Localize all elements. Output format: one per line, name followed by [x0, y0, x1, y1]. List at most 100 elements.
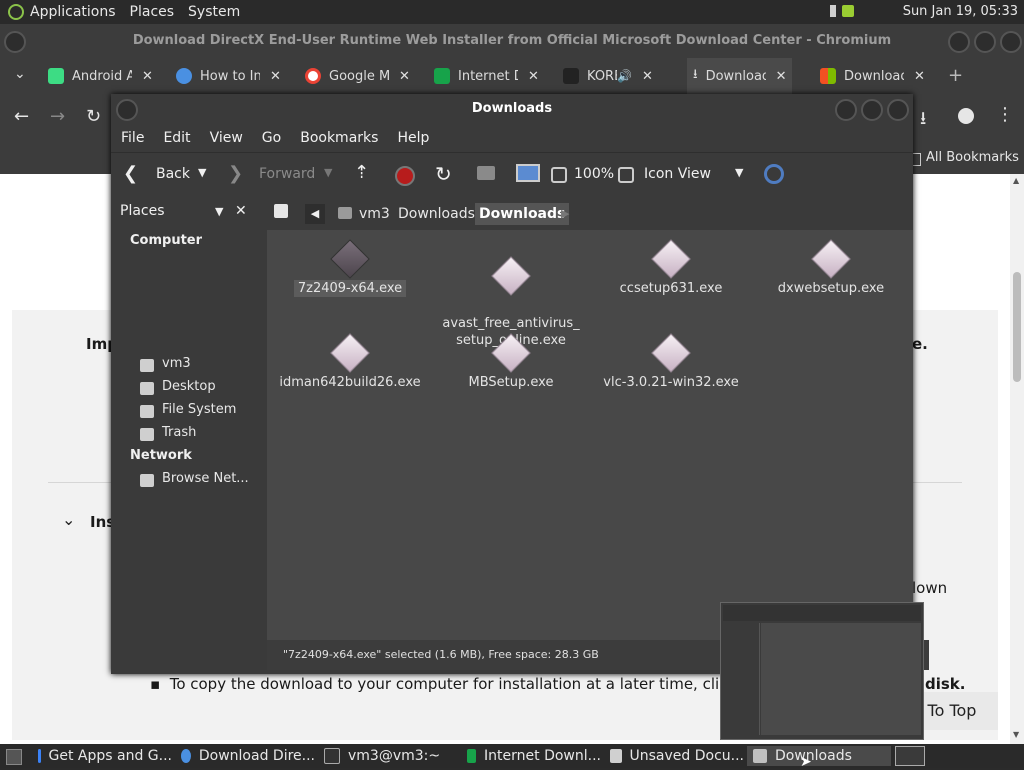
- close-sidebar-icon[interactable]: ✕: [235, 203, 247, 219]
- menu-help[interactable]: Help: [397, 130, 429, 146]
- reload-icon[interactable]: ↻: [86, 106, 101, 127]
- sidebar-item-desktop[interactable]: Desktop: [162, 379, 216, 394]
- task-terminal[interactable]: vm3@vm3:~: [318, 746, 458, 766]
- menu-bookmarks[interactable]: Bookmarks: [300, 130, 378, 146]
- tab-internet-download[interactable]: Internet D ✕: [434, 58, 539, 94]
- tab-kore[interactable]: KORE🔊 ✕: [563, 58, 653, 94]
- path-crumb-downloads[interactable]: Downloads: [394, 203, 479, 225]
- notification-icon[interactable]: [830, 5, 836, 17]
- chevron-down-icon[interactable]: ⌄: [62, 510, 75, 529]
- scroll-down-icon[interactable]: ▼: [1013, 730, 1019, 739]
- computer-icon[interactable]: [516, 164, 540, 182]
- home-icon[interactable]: [477, 166, 495, 180]
- show-desktop-icon[interactable]: [6, 749, 22, 765]
- back-history-dropdown-icon[interactable]: ▼: [198, 166, 206, 179]
- tab-google[interactable]: Google Ma ✕: [305, 58, 410, 94]
- sidebar-item-trash[interactable]: Trash: [162, 425, 196, 440]
- sidebar-item-file-system[interactable]: File System: [162, 402, 236, 417]
- close-button[interactable]: [887, 99, 909, 121]
- task-downloads[interactable]: Downloads: [747, 746, 891, 766]
- search-icon[interactable]: [764, 164, 784, 184]
- file-manager-titlebar[interactable]: Downloads: [111, 94, 913, 124]
- task-chromium[interactable]: Download Dire...: [175, 746, 315, 766]
- scroll-up-icon[interactable]: ▲: [1013, 176, 1019, 185]
- tab-how-to[interactable]: How to In ✕: [176, 58, 281, 94]
- page-scrollbar[interactable]: ▲ ▼: [1010, 174, 1024, 744]
- tab-download-active[interactable]: ⭳ Download ✕: [687, 58, 793, 94]
- view-mode-select[interactable]: Icon View: [644, 166, 711, 182]
- sidebar-item-vm3[interactable]: vm3: [162, 356, 191, 371]
- path-scroll-right-icon[interactable]: ▶: [561, 204, 569, 224]
- scrollbar-thumb[interactable]: [1013, 272, 1021, 382]
- path-crumb-vm3[interactable]: vm3: [355, 203, 394, 225]
- tab-close-icon[interactable]: ✕: [270, 69, 281, 84]
- menu-edit[interactable]: Edit: [163, 130, 190, 146]
- chromium-menu-button[interactable]: [4, 31, 26, 53]
- file-item[interactable]: dxwebsetup.exe: [756, 239, 906, 296]
- tab-android[interactable]: Android A ✕: [48, 58, 153, 94]
- tab-close-icon[interactable]: ✕: [399, 69, 410, 84]
- stop-icon[interactable]: [395, 166, 415, 186]
- system-menu[interactable]: System: [188, 4, 240, 20]
- audio-playing-icon[interactable]: 🔊: [617, 69, 632, 83]
- menu-go[interactable]: Go: [262, 130, 281, 146]
- zoom-out-icon[interactable]: [551, 167, 567, 183]
- window-menu-button[interactable]: [116, 99, 138, 121]
- view-mode-dropdown-icon[interactable]: ▼: [735, 166, 743, 179]
- tab-close-icon[interactable]: ✕: [776, 69, 787, 84]
- tab-search-chevron-icon[interactable]: ⌄: [14, 66, 26, 82]
- network-icon[interactable]: [842, 5, 854, 17]
- maximize-button[interactable]: [974, 31, 996, 53]
- file-item[interactable]: ccsetup631.exe: [596, 239, 746, 296]
- icon-view[interactable]: 7z2409-x64.exe avast_free_antivirus_ set…: [267, 230, 913, 640]
- back-button[interactable]: Back: [156, 166, 190, 182]
- tab-close-icon[interactable]: ✕: [528, 69, 539, 84]
- task-unsaved-document[interactable]: Unsaved Docu...: [604, 746, 744, 766]
- tab-download-microsoft[interactable]: Download ✕: [820, 58, 925, 94]
- file-item[interactable]: idman642build26.exe: [275, 333, 425, 390]
- places-menu[interactable]: Places: [130, 4, 175, 20]
- menu-file[interactable]: File: [121, 130, 144, 146]
- file-name: ccsetup631.exe: [619, 281, 723, 296]
- minimize-button[interactable]: [835, 99, 857, 121]
- tab-close-icon[interactable]: ✕: [142, 69, 153, 84]
- reload-icon[interactable]: ↻: [435, 162, 452, 186]
- tab-close-icon[interactable]: ✕: [642, 69, 653, 84]
- task-get-apps[interactable]: Get Apps and G...: [32, 746, 172, 766]
- chromium-titlebar[interactable]: Download DirectX End-User Runtime Web In…: [0, 24, 1024, 58]
- up-arrow-icon[interactable]: ⇡: [354, 162, 369, 183]
- forward-arrow-icon[interactable]: →: [50, 106, 65, 127]
- kebab-menu-icon[interactable]: ⋮: [996, 104, 1014, 125]
- file-item[interactable]: MBSetup.exe: [436, 333, 586, 390]
- menu-view[interactable]: View: [210, 130, 243, 146]
- path-scroll-left-icon[interactable]: ◀: [305, 204, 325, 224]
- all-bookmarks[interactable]: All Bookmarks: [926, 150, 1019, 165]
- path-crumb-downloads-current[interactable]: Downloads: [475, 203, 570, 225]
- tab-close-icon[interactable]: ✕: [914, 69, 925, 84]
- forward-history-dropdown-icon[interactable]: ▼: [324, 166, 332, 179]
- forward-icon[interactable]: ❯: [228, 163, 243, 184]
- minimize-button[interactable]: [948, 31, 970, 53]
- file-item[interactable]: vlc-3.0.21-win32.exe: [596, 333, 746, 390]
- distro-logo-icon[interactable]: [8, 4, 24, 20]
- applications-menu[interactable]: Applications: [30, 4, 116, 20]
- forward-button[interactable]: Forward: [259, 166, 315, 182]
- clock[interactable]: Sun Jan 19, 05:33: [903, 4, 1018, 19]
- copy-instruction: ▪ To copy the download to your computer …: [150, 675, 766, 693]
- file-item[interactable]: 7z2409-x64.exe: [275, 239, 425, 297]
- new-tab-button[interactable]: +: [948, 65, 963, 86]
- downloads-icon[interactable]: ⭳: [920, 106, 926, 136]
- places-selector[interactable]: Places ▼: [115, 200, 231, 222]
- back-arrow-icon[interactable]: ←: [14, 106, 29, 127]
- maximize-button[interactable]: [861, 99, 883, 121]
- back-icon[interactable]: ❮: [123, 163, 138, 184]
- profile-icon[interactable]: [958, 108, 974, 124]
- edit-location-icon[interactable]: [274, 204, 288, 218]
- menu-bar: File Edit View Go Bookmarks Help: [111, 124, 913, 152]
- window-preview-thumbnail[interactable]: [720, 602, 924, 740]
- task-internet-download[interactable]: Internet Downl...: [461, 746, 601, 766]
- close-button[interactable]: [1000, 31, 1022, 53]
- workspace-switcher[interactable]: [895, 746, 925, 766]
- sidebar-item-browse-network[interactable]: Browse Net...: [162, 471, 249, 486]
- zoom-in-icon[interactable]: [618, 167, 634, 183]
